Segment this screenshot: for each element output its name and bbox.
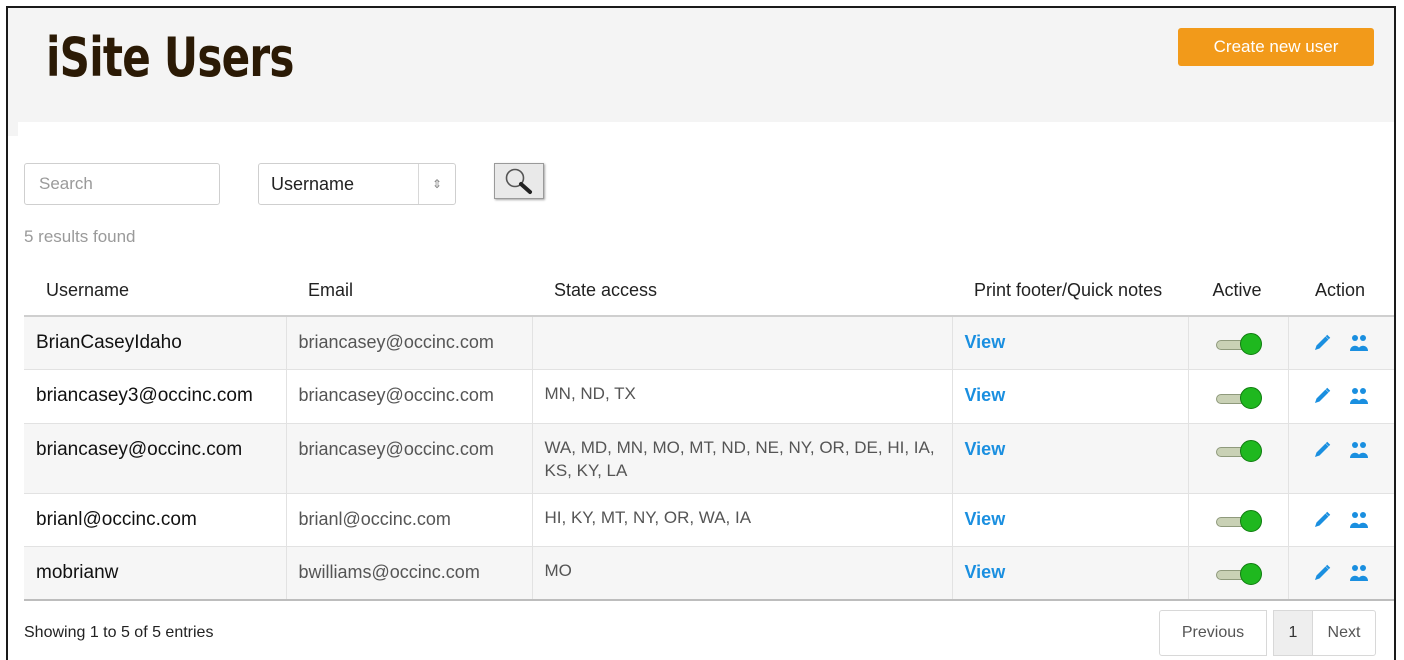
search-button[interactable] <box>494 163 544 199</box>
header-edge <box>8 122 18 136</box>
username-cell: briancasey@occinc.com <box>24 423 287 494</box>
active-cell <box>1188 546 1289 602</box>
active-toggle[interactable] <box>1216 509 1262 532</box>
edit-pencil-icon[interactable] <box>1312 386 1332 412</box>
magnifier-icon <box>505 168 532 194</box>
table-row: brianl@occinc.com brianl@occinc.com HI, KY… <box>24 493 1394 548</box>
edit-pencil-icon[interactable] <box>1312 440 1332 466</box>
notes-cell: View <box>952 546 1189 602</box>
view-notes-link[interactable]: View <box>965 509 1006 529</box>
table-row: mobrianw bwilliams@occinc.com MO View <box>24 546 1394 602</box>
users-group-icon[interactable] <box>1348 510 1370 536</box>
search-field-value: Username <box>271 173 355 194</box>
users-group-icon[interactable] <box>1348 563 1370 589</box>
email-cell: briancasey@occinc.com <box>286 369 533 424</box>
users-table: Username Email State access Print footer… <box>24 262 1394 602</box>
table-row: briancasey3@occinc.com briancasey@occinc.… <box>24 369 1394 424</box>
edit-pencil-icon[interactable] <box>1312 563 1332 589</box>
pagination: Previous 1 Next <box>1159 610 1376 656</box>
username-cell: BrianCaseyIdaho <box>24 316 287 371</box>
search-field-select[interactable]: Username ⇕ <box>258 163 456 205</box>
toggle-knob <box>1240 440 1262 463</box>
action-cell <box>1288 546 1394 602</box>
column-header-action: Action <box>1288 262 1394 317</box>
next-page-button[interactable]: Next <box>1312 610 1376 656</box>
state-access-cell <box>532 316 953 371</box>
page-header: iSite Users Create new user <box>8 8 1394 122</box>
toggle-knob <box>1240 509 1262 532</box>
edit-pencil-icon[interactable] <box>1312 333 1332 359</box>
active-toggle[interactable] <box>1216 563 1262 586</box>
action-cell <box>1288 423 1394 494</box>
notes-cell: View <box>952 423 1189 494</box>
state-access-cell: MN, ND, TX <box>532 369 953 424</box>
email-cell: brianl@occinc.com <box>286 493 533 548</box>
users-group-icon[interactable] <box>1348 440 1370 466</box>
state-access-cell: WA, MD, MN, MO, MT, ND, NE, NY, OR, DE, … <box>532 423 953 494</box>
state-access-cell: MO <box>532 546 953 602</box>
toggle-knob <box>1240 386 1262 409</box>
edit-pencil-icon[interactable] <box>1312 510 1332 536</box>
action-cell <box>1288 493 1394 548</box>
active-toggle[interactable] <box>1216 333 1262 356</box>
active-cell <box>1188 369 1289 424</box>
email-cell: bwilliams@occinc.com <box>286 546 533 602</box>
table-row: briancasey@occinc.com briancasey@occinc.c… <box>24 423 1394 494</box>
page-1-button[interactable]: 1 <box>1273 610 1313 656</box>
table-row: BrianCaseyIdaho briancasey@occinc.com View <box>24 316 1394 371</box>
users-group-icon[interactable] <box>1348 333 1370 359</box>
users-group-icon[interactable] <box>1348 386 1370 412</box>
column-header-state-access[interactable]: State access <box>532 262 952 317</box>
create-new-user-button[interactable]: Create new user <box>1178 28 1374 66</box>
column-header-email[interactable]: Email <box>286 262 532 317</box>
notes-cell: View <box>952 369 1189 424</box>
toggle-knob <box>1240 333 1262 356</box>
active-cell <box>1188 423 1289 494</box>
previous-page-button[interactable]: Previous <box>1159 610 1267 656</box>
active-toggle[interactable] <box>1216 440 1262 463</box>
active-cell <box>1188 316 1289 371</box>
email-cell: briancasey@occinc.com <box>286 316 533 371</box>
entries-info: Showing 1 to 5 of 5 entries <box>24 624 214 641</box>
results-count: 5 results found <box>24 227 136 246</box>
notes-cell: View <box>952 493 1189 548</box>
active-cell <box>1188 493 1289 548</box>
page-frame: iSite Users Create new user Username ⇕ 5… <box>6 6 1396 660</box>
username-cell: brianl@occinc.com <box>24 493 287 548</box>
email-cell: briancasey@occinc.com <box>286 423 533 494</box>
action-cell <box>1288 369 1394 424</box>
state-access-cell: HI, KY, MT, NY, OR, WA, IA <box>532 493 953 548</box>
active-toggle[interactable] <box>1216 386 1262 409</box>
notes-cell: View <box>952 316 1189 371</box>
page-title: iSite Users <box>46 26 294 89</box>
view-notes-link[interactable]: View <box>965 562 1006 582</box>
view-notes-link[interactable]: View <box>965 385 1006 405</box>
view-notes-link[interactable]: View <box>965 439 1006 459</box>
view-notes-link[interactable]: View <box>965 332 1006 352</box>
column-header-notes[interactable]: Print footer/Quick notes <box>952 262 1188 317</box>
select-arrows-icon: ⇕ <box>418 164 455 204</box>
toggle-knob <box>1240 563 1262 586</box>
action-cell <box>1288 316 1394 371</box>
table-header-row: Username Email State access Print footer… <box>24 262 1394 317</box>
username-cell: mobrianw <box>24 546 287 602</box>
column-header-active[interactable]: Active <box>1188 262 1288 317</box>
username-cell: briancasey3@occinc.com <box>24 369 287 424</box>
column-header-username[interactable]: Username <box>24 262 286 317</box>
search-input[interactable] <box>24 163 220 205</box>
